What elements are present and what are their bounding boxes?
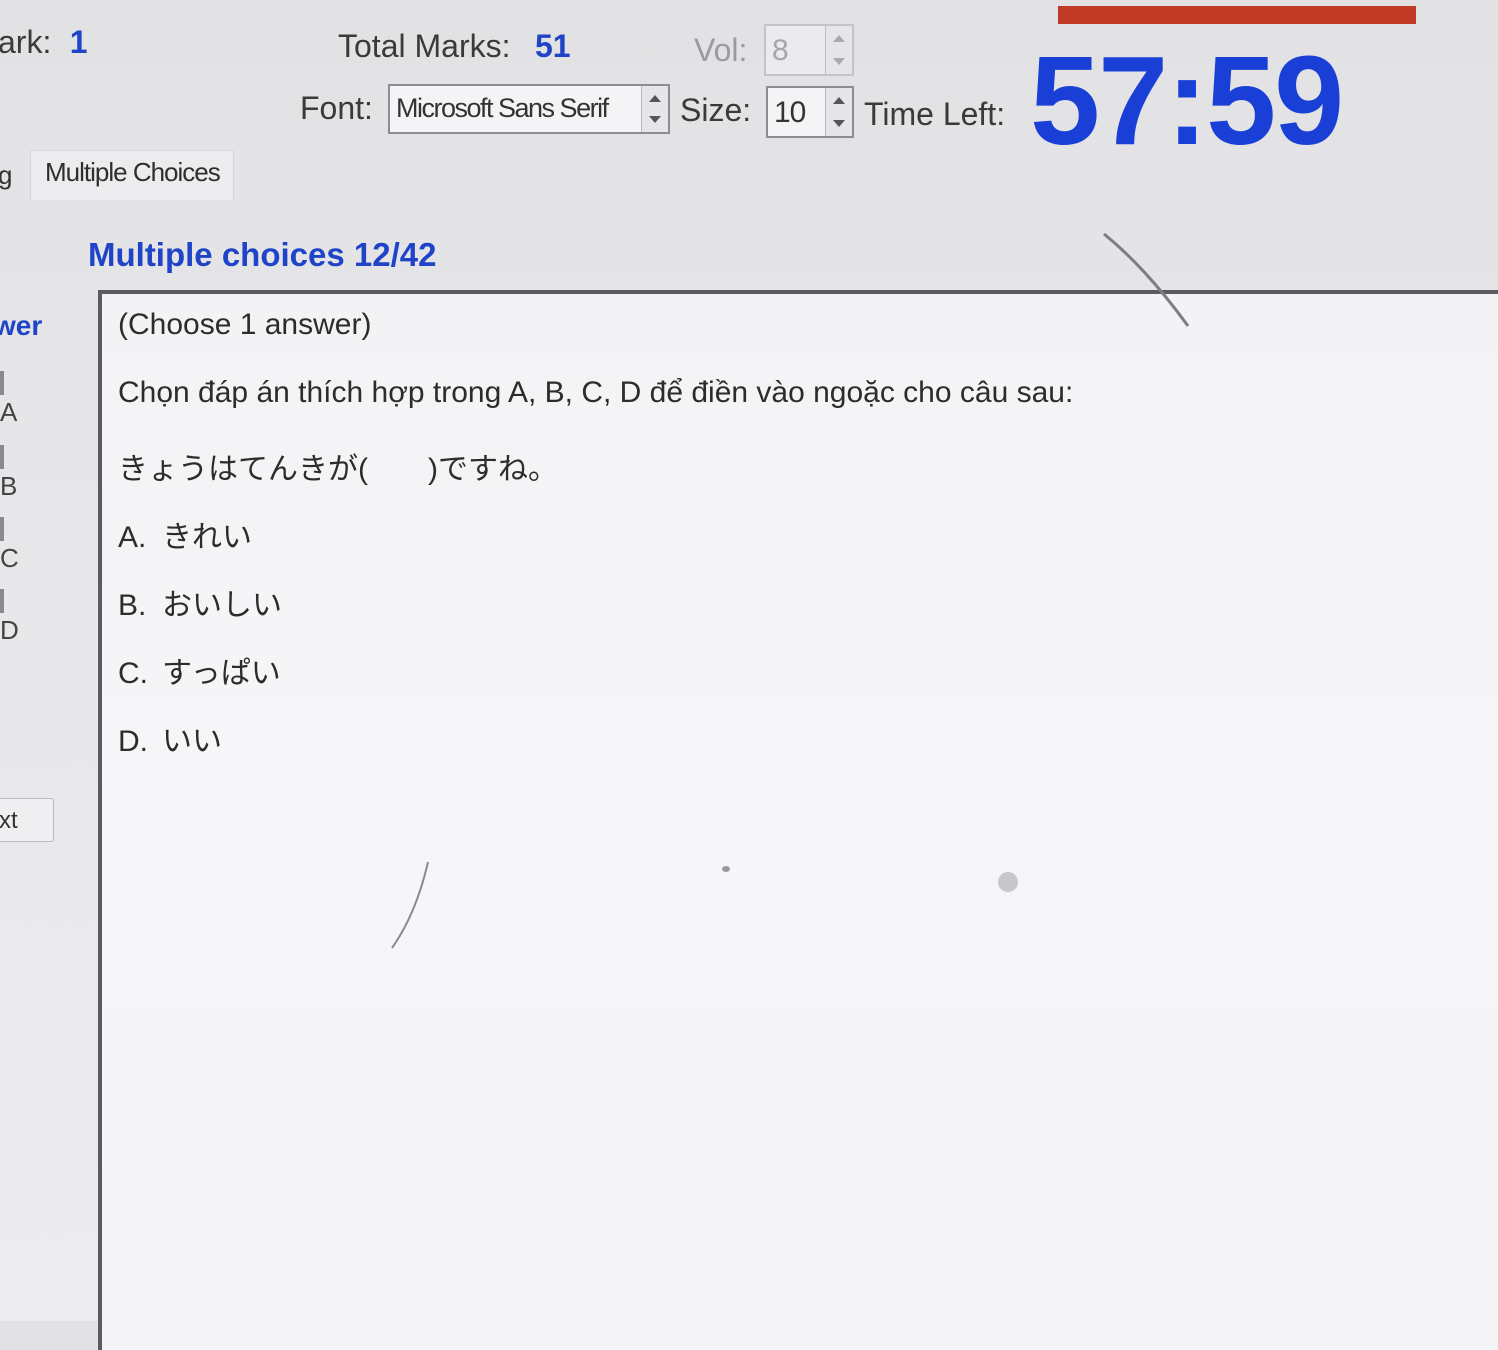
arrow-down-icon[interactable] [833, 58, 845, 65]
radio-edge [0, 517, 4, 542]
question-instruction: (Choose 1 answer) [118, 308, 372, 341]
size-spin-buttons[interactable] [825, 88, 852, 136]
question-panel: (Choose 1 answer) Chọn đáp án thích hợp … [98, 290, 1498, 1350]
size-value: 10 [774, 96, 806, 129]
font-spin-buttons[interactable] [641, 86, 668, 132]
screen-scratch [1103, 232, 1190, 327]
question-prompt: Chọn đáp án thích hợp trong A, B, C, D đ… [118, 376, 1074, 409]
tab-partial-label[interactable]: g [0, 160, 12, 191]
screen-smudge [998, 872, 1018, 892]
choice-a: A. きれい [118, 512, 252, 556]
size-label: Size: [680, 92, 752, 128]
choice-d: D. いい [118, 716, 222, 760]
choice-letter: D. [118, 725, 148, 758]
choice-letter: B. [118, 589, 147, 622]
volume-value: 8 [772, 34, 789, 67]
size-spinner[interactable]: 10 [766, 86, 854, 138]
mark-label: ark: [0, 24, 52, 60]
arrow-down-icon[interactable] [833, 120, 845, 127]
next-button[interactable]: xt [0, 798, 54, 842]
volume-spin-buttons[interactable] [825, 26, 852, 74]
choice-c: C. すっぱい [118, 648, 281, 692]
arrow-up-icon[interactable] [833, 35, 845, 42]
total-marks-field: Total Marks: 51 [338, 28, 571, 65]
choice-text: きれい [162, 521, 252, 554]
question-sentence: きょうはてんきが( )ですね。 [118, 453, 558, 486]
section-title: Multiple choices 12/42 [88, 236, 437, 273]
volume-spinner[interactable]: 8 [764, 24, 854, 76]
choice-text: すっぱい [162, 657, 281, 690]
tab-multiple-choices[interactable]: Multiple Choices [30, 150, 234, 200]
choice-letter: A. [118, 521, 147, 554]
time-progress-bar [1058, 6, 1416, 24]
answer-option-d[interactable]: D [0, 584, 19, 646]
choice-text: おいしい [162, 589, 282, 622]
radio-edge [0, 445, 4, 470]
arrow-up-icon[interactable] [649, 95, 661, 102]
radio-edge [0, 371, 4, 396]
answer-column-header: wer [0, 310, 43, 341]
total-marks-label: Total Marks: [338, 28, 511, 64]
choice-text: いい [162, 725, 222, 758]
answer-option-a[interactable]: A [0, 366, 17, 428]
time-left-label: Time Left: [864, 96, 1006, 132]
radio-edge [0, 589, 4, 614]
screen-scratch [391, 861, 429, 949]
screen-smudge [722, 866, 730, 872]
font-value: Microsoft Sans Serif [396, 93, 609, 123]
font-label: Font: [300, 90, 373, 126]
arrow-up-icon[interactable] [833, 97, 845, 104]
arrow-down-icon[interactable] [649, 116, 661, 123]
volume-label: Vol: [694, 32, 748, 68]
mark-value: 1 [69, 24, 88, 60]
countdown-timer: 57:59 [1030, 30, 1344, 171]
answer-option-b[interactable]: B [0, 440, 17, 502]
answer-option-c[interactable]: C [0, 512, 19, 574]
choice-letter: C. [118, 657, 148, 690]
mark-field: ark: 1 [0, 24, 88, 61]
total-marks-value: 51 [534, 28, 571, 64]
font-selector[interactable]: Microsoft Sans Serif [388, 84, 670, 134]
choice-b: B. おいしい [118, 580, 282, 624]
